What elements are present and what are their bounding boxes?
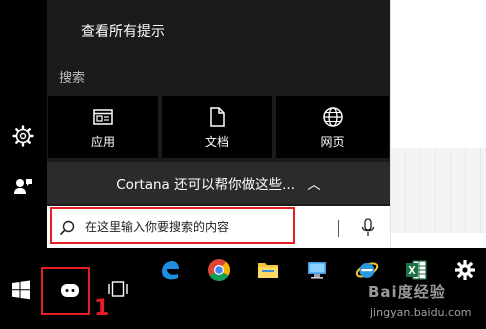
start-left-rail [0, 0, 47, 248]
watermark-logo: Bai度经验 [368, 283, 446, 301]
watermark-url: jingyan.baidu.com [370, 306, 472, 319]
category-web-button[interactable]: 网页 [276, 96, 389, 158]
cortana-button-highlight [41, 267, 90, 315]
account-feedback-icon[interactable] [11, 174, 35, 198]
this-pc-icon[interactable] [305, 258, 329, 282]
category-apps-button[interactable]: 应用 [48, 96, 158, 158]
background-page [390, 0, 486, 248]
excel-icon[interactable] [404, 258, 428, 282]
cortana-suggestions-bar[interactable]: Cortana 还可以帮你做这些... ︿ [47, 162, 390, 204]
windows-start-icon[interactable] [11, 280, 31, 300]
edge-icon[interactable] [158, 258, 182, 282]
document-icon [210, 107, 225, 127]
settings-gear-icon[interactable] [453, 258, 477, 282]
category-documents-button[interactable]: 文档 [162, 96, 272, 158]
app-window-icon [93, 109, 113, 125]
internet-explorer-icon[interactable] [355, 258, 379, 282]
chrome-icon[interactable] [207, 258, 231, 282]
search-section-label: 搜索 [59, 71, 86, 86]
settings-gear-icon[interactable] [11, 124, 35, 148]
search-box-highlight [50, 207, 295, 244]
file-explorer-icon[interactable] [256, 258, 280, 282]
task-view-icon[interactable] [108, 280, 128, 298]
microphone-icon[interactable] [361, 218, 375, 238]
background-page-grid [391, 148, 486, 233]
search-divider [338, 220, 339, 237]
globe-icon [322, 107, 343, 127]
step-number-label: 1 [94, 296, 110, 321]
view-all-tips-link[interactable]: 查看所有提示 [81, 21, 165, 41]
category-apps-label: 应用 [90, 135, 115, 149]
chevron-up-icon[interactable]: ︿ [307, 177, 321, 193]
category-web-label: 网页 [320, 135, 345, 149]
cortana-prompt-text: Cortana 还可以帮你做这些... [116, 177, 295, 193]
category-documents-label: 文档 [204, 135, 229, 149]
